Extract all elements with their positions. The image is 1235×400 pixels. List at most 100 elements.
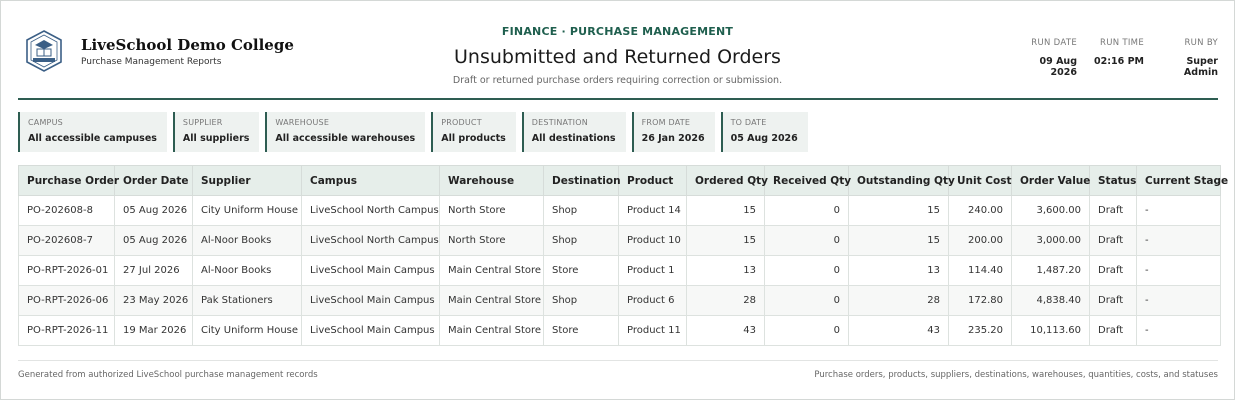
footer-scope-note: Purchase orders, products, suppliers, de… <box>814 370 1218 380</box>
cell-unit-cost: 240.00 <box>948 195 1012 226</box>
cell-supplier: City Uniform House <box>192 195 302 226</box>
footer-divider <box>18 360 1218 361</box>
cell-order-date: 19 Mar 2026 <box>114 315 193 346</box>
cell-current-stage: - <box>1136 285 1221 316</box>
cell-product: Product 1 <box>618 255 687 286</box>
filter-value: 26 Jan 2026 <box>641 133 705 144</box>
cell-unit-cost: 235.20 <box>948 315 1012 346</box>
cell-supplier: Al-Noor Books <box>192 225 302 256</box>
filter-summary: CAMPUS All accessible campuses SUPPLIER … <box>18 112 808 152</box>
filter-label: PRODUCT <box>441 118 482 127</box>
cell-campus: LiveSchool Main Campus <box>301 255 440 286</box>
cell-outstanding-qty: 15 <box>848 195 949 226</box>
cell-campus: LiveSchool North Campus <box>301 225 440 256</box>
cell-order-date: 05 Aug 2026 <box>114 195 193 226</box>
cell-status: Draft <box>1089 255 1137 286</box>
column-header: Status <box>1089 165 1137 196</box>
cell-received-qty: 0 <box>764 225 849 256</box>
table-row: PO-202608-8 05 Aug 2026 City Uniform Hou… <box>18 195 1221 226</box>
cell-order-value: 1,487.20 <box>1011 255 1090 286</box>
filter-label: SUPPLIER <box>182 118 223 127</box>
filter-destination: DESTINATION All destinations <box>521 112 626 152</box>
cell-order-value: 3,000.00 <box>1011 225 1090 256</box>
cell-ordered-qty: 28 <box>686 285 765 316</box>
cell-status: Draft <box>1089 285 1137 316</box>
cell-destination: Store <box>543 255 619 286</box>
cell-unit-cost: 114.40 <box>948 255 1012 286</box>
cell-status: Draft <box>1089 225 1137 256</box>
cell-received-qty: 0 <box>764 285 849 316</box>
cell-status: Draft <box>1089 315 1137 346</box>
cell-supplier: Al-Noor Books <box>192 255 302 286</box>
filter-to-date: TO DATE 05 Aug 2026 <box>720 112 808 152</box>
cell-supplier: Pak Stationers <box>192 285 302 316</box>
cell-destination: Shop <box>543 195 619 226</box>
run-date-label: RUN DATE <box>1031 38 1077 48</box>
run-by: RUN BY Super Admin <box>1154 38 1218 78</box>
run-date: RUN DATE 09 Aug 2026 <box>1011 38 1077 78</box>
filter-warehouse: WAREHOUSE All accessible warehouses <box>265 112 426 152</box>
cell-received-qty: 0 <box>764 315 849 346</box>
cell-product: Product 6 <box>618 285 687 316</box>
cell-product: Product 14 <box>618 195 687 226</box>
column-header: Unit Cost <box>948 165 1012 196</box>
cell-purchase-order: PO-RPT-2026-01 <box>18 255 115 286</box>
cell-campus: LiveSchool North Campus <box>301 195 440 226</box>
filter-value: All accessible warehouses <box>275 133 416 144</box>
column-header: Purchase Order <box>18 165 119 196</box>
run-date-value: 09 Aug 2026 <box>1039 56 1077 78</box>
column-header: Order Date <box>114 165 193 196</box>
table-header-row: Purchase Order Order Date Supplier Campu… <box>18 165 1228 196</box>
cell-destination: Store <box>543 315 619 346</box>
filter-product: PRODUCT All products <box>431 112 516 152</box>
run-time-label: RUN TIME <box>1100 38 1144 48</box>
cell-order-date: 23 May 2026 <box>114 285 193 316</box>
table-row: PO-RPT-2026-01 27 Jul 2026 Al-Noor Books… <box>18 255 1221 286</box>
column-header: Current Stage <box>1136 165 1228 196</box>
cell-received-qty: 0 <box>764 255 849 286</box>
cell-destination: Shop <box>543 225 619 256</box>
filter-label: WAREHOUSE <box>275 118 330 127</box>
cell-unit-cost: 172.80 <box>948 285 1012 316</box>
filter-value: All accessible campuses <box>28 133 157 144</box>
cell-ordered-qty: 43 <box>686 315 765 346</box>
cell-current-stage: - <box>1136 225 1221 256</box>
cell-purchase-order: PO-RPT-2026-06 <box>18 285 115 316</box>
filter-value: All suppliers <box>182 133 250 144</box>
column-header: Received Qty <box>764 165 851 196</box>
column-header: Ordered Qty <box>686 165 768 196</box>
cell-order-value: 10,113.60 <box>1011 315 1090 346</box>
filter-value: All products <box>441 133 506 144</box>
cell-order-value: 4,838.40 <box>1011 285 1090 316</box>
filter-value: All destinations <box>531 133 616 144</box>
cell-outstanding-qty: 43 <box>848 315 949 346</box>
filter-label: TO DATE <box>730 118 767 127</box>
cell-campus: LiveSchool Main Campus <box>301 285 440 316</box>
filter-value: 05 Aug 2026 <box>730 133 798 144</box>
report-page: LiveSchool Demo College Purchase Managem… <box>0 0 1235 400</box>
cell-unit-cost: 200.00 <box>948 225 1012 256</box>
run-time: RUN TIME 02:16 PM <box>1087 38 1144 78</box>
cell-received-qty: 0 <box>764 195 849 226</box>
column-header: Outstanding Qty <box>848 165 955 196</box>
run-time-value: 02:16 PM <box>1094 56 1144 67</box>
cell-outstanding-qty: 28 <box>848 285 949 316</box>
run-by-value: Super Admin <box>1183 56 1218 78</box>
filter-supplier: SUPPLIER All suppliers <box>172 112 260 152</box>
column-header: Supplier <box>192 165 302 196</box>
cell-purchase-order: PO-RPT-2026-11 <box>18 315 115 346</box>
cell-ordered-qty: 15 <box>686 195 765 226</box>
table-row: PO-RPT-2026-11 19 Mar 2026 City Uniform … <box>18 315 1221 346</box>
column-header: Product <box>618 165 687 196</box>
table-row: PO-RPT-2026-06 23 May 2026 Pak Stationer… <box>18 285 1221 316</box>
report-category: FINANCE · PURCHASE MANAGEMENT <box>501 25 734 38</box>
cell-product: Product 11 <box>618 315 687 346</box>
cell-outstanding-qty: 13 <box>848 255 949 286</box>
cell-order-value: 3,600.00 <box>1011 195 1090 226</box>
cell-campus: LiveSchool Main Campus <box>301 315 440 346</box>
column-header: Order Value <box>1011 165 1090 196</box>
cell-warehouse: Main Central Store <box>439 285 544 316</box>
cell-supplier: City Uniform House <box>192 315 302 346</box>
header-divider <box>18 98 1218 100</box>
cell-current-stage: - <box>1136 255 1221 286</box>
